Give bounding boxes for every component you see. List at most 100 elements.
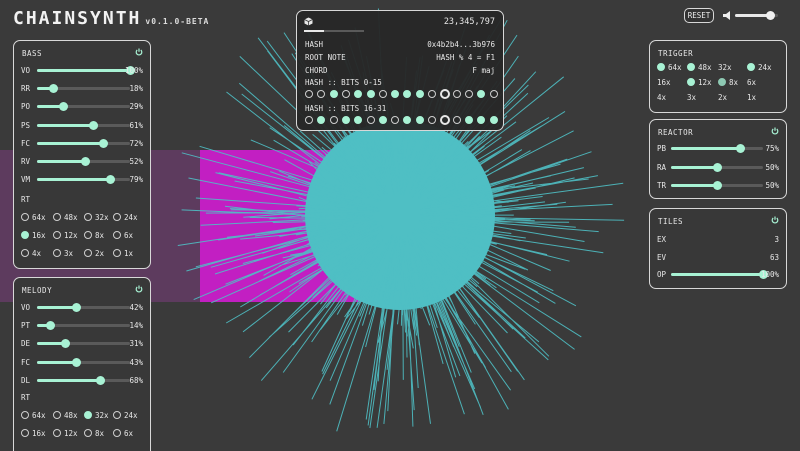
reset-button[interactable]: RESET <box>684 8 714 23</box>
rate-option[interactable]: 8x <box>84 429 104 438</box>
rate-option[interactable]: 16x <box>21 429 46 438</box>
rate-option[interactable]: 64x <box>657 63 682 72</box>
rate-option[interactable]: 6x <box>113 429 133 438</box>
rate-option[interactable]: 24x <box>113 411 138 420</box>
param-slider[interactable] <box>671 162 763 172</box>
slider-knob[interactable] <box>71 303 81 312</box>
hash-panel: 23,345,797 HASH 0x4b2b4...3b976 ROOT NOTE… <box>296 10 504 131</box>
slider-knob[interactable] <box>735 144 745 153</box>
param-slider[interactable] <box>37 303 130 312</box>
slider-knob[interactable] <box>61 339 71 349</box>
hash-bit <box>428 116 436 124</box>
radio-icon <box>84 231 92 239</box>
param-slider[interactable] <box>37 138 130 148</box>
slider-knob[interactable] <box>80 157 90 166</box>
slider-knob[interactable] <box>45 321 55 331</box>
param-slider[interactable] <box>37 66 135 75</box>
rate-option-label: 32x <box>718 63 732 72</box>
rate-option-label: 48x <box>64 411 78 420</box>
rate-option-label: 24x <box>124 411 138 420</box>
slider-knob[interactable] <box>59 102 69 112</box>
rate-option[interactable]: 48x <box>53 213 78 222</box>
slider-knob[interactable] <box>99 138 109 148</box>
param-row: PT 14% <box>21 320 143 331</box>
radio-icon <box>53 231 61 239</box>
param-slider[interactable] <box>37 102 130 112</box>
rate-option[interactable]: 3x <box>687 93 696 102</box>
param-slider[interactable] <box>671 181 763 190</box>
param-slider[interactable] <box>37 357 130 367</box>
param-label: VO <box>21 303 31 312</box>
tiles-title: TILES <box>658 217 684 226</box>
hash-bit <box>378 90 387 98</box>
rate-option[interactable]: 32x <box>84 411 109 420</box>
rate-option-label: 16x <box>657 78 671 87</box>
rate-option[interactable]: 16x <box>21 231 46 240</box>
slider-knob[interactable] <box>712 181 722 190</box>
rate-option[interactable]: 4x <box>657 93 666 102</box>
volume-knob[interactable] <box>765 11 775 20</box>
rate-option[interactable]: 6x <box>113 231 133 240</box>
rate-option[interactable]: 48x <box>53 411 78 420</box>
hash-bit <box>354 90 363 98</box>
rate-option[interactable]: 24x <box>747 63 772 72</box>
rate-option-label: 1x <box>747 93 757 102</box>
param-label: TR <box>657 181 667 190</box>
rate-option[interactable]: 3x <box>53 249 73 258</box>
slider-knob[interactable] <box>712 162 722 172</box>
rate-option[interactable]: 16x <box>657 78 671 87</box>
param-slider[interactable] <box>37 339 130 349</box>
radio-icon <box>84 249 92 257</box>
rate-option[interactable]: 1x <box>747 93 756 102</box>
slider-knob[interactable] <box>105 175 115 185</box>
param-slider[interactable] <box>37 157 130 166</box>
rate-option[interactable]: 12x <box>687 78 712 87</box>
param-slider[interactable] <box>37 175 130 185</box>
rate-option[interactable]: 24x <box>113 213 138 222</box>
rate-option[interactable]: 8x <box>84 231 104 240</box>
rate-option[interactable]: 12x <box>53 429 78 438</box>
rate-option[interactable]: 2x <box>84 249 104 258</box>
slider-knob[interactable] <box>72 357 82 367</box>
rate-option[interactable]: 32x <box>84 213 109 222</box>
tiles-ev-row: EV 63 <box>657 252 779 262</box>
param-slider[interactable] <box>37 375 130 385</box>
tiles-op-slider[interactable] <box>671 270 768 279</box>
radio-icon <box>21 411 29 419</box>
slider-fill <box>37 178 111 182</box>
rate-option[interactable]: 12x <box>53 231 78 240</box>
slider-fill <box>37 123 94 127</box>
param-row: VO 100% <box>21 65 143 75</box>
param-slider[interactable] <box>37 84 130 94</box>
power-icon[interactable] <box>135 285 143 293</box>
slider-knob[interactable] <box>89 120 99 130</box>
radio-icon <box>718 78 726 86</box>
param-value: 79% <box>129 175 143 185</box>
rate-option-label: 6x <box>124 429 134 438</box>
power-icon[interactable] <box>771 127 779 135</box>
rate-option[interactable]: 4x <box>21 249 41 258</box>
slider-knob[interactable] <box>49 84 59 94</box>
power-icon[interactable] <box>771 216 779 224</box>
radio-icon <box>53 411 61 419</box>
param-slider[interactable] <box>37 321 130 331</box>
rate-option[interactable]: 6x <box>747 78 756 87</box>
power-icon[interactable] <box>135 48 143 56</box>
rate-option[interactable]: 2x <box>718 93 727 102</box>
hash-bit <box>452 90 461 98</box>
param-slider[interactable] <box>671 144 763 153</box>
rate-option[interactable]: 64x <box>21 213 46 222</box>
rate-option[interactable]: 8x <box>718 78 738 87</box>
volume-slider[interactable] <box>735 11 778 20</box>
param-slider[interactable] <box>37 120 130 130</box>
rate-option[interactable]: 64x <box>21 411 46 420</box>
rate-option[interactable]: 48x <box>687 63 712 72</box>
hash-bit <box>366 116 375 124</box>
rate-option-label: 2x <box>95 249 105 258</box>
rate-option[interactable]: 1x <box>113 249 133 258</box>
speaker-icon[interactable] <box>723 11 733 20</box>
slider-knob[interactable] <box>95 375 105 385</box>
param-label: RV <box>21 157 31 166</box>
rate-option[interactable]: 32x <box>718 63 732 72</box>
param-value: 61% <box>129 120 143 130</box>
